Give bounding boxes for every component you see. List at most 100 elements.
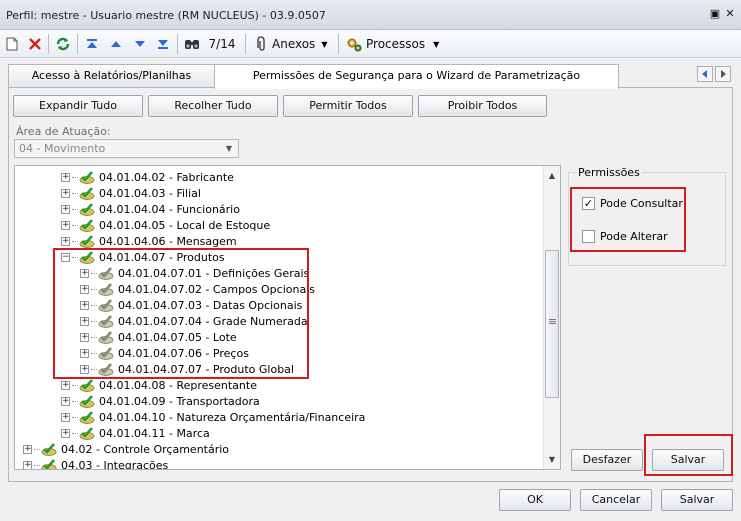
tree-node[interactable]: +04.03 - Integrações [23,457,169,470]
refresh-icon [56,37,70,51]
tree-node-label: 04.01.04.09 - Transportadora [99,394,260,408]
tree-node[interactable]: +04.01.04.11 - Marca [61,425,210,441]
folder-check-icon [41,458,57,469]
restore-icon[interactable]: ▣ [709,8,721,20]
save-permissions-button[interactable]: Salvar [652,449,724,471]
scrollbar-thumb[interactable] [545,250,559,398]
tab-strip: Acesso à Relatórios/Planilhas Permissões… [0,64,741,89]
area-select-value: 04 - Movimento [19,142,106,155]
collapse-all-button[interactable]: Recolher Tudo [148,95,278,117]
tree-node-label: 04.01.04.06 - Mensagem [99,234,237,248]
tree-node[interactable]: +04.01.04.09 - Transportadora [61,393,260,409]
find-button[interactable] [183,35,201,53]
expand-icon[interactable]: + [61,220,70,230]
tree-scrollbar[interactable]: ▲ ▼ [543,166,560,469]
first-record-button[interactable] [84,35,100,53]
expand-icon[interactable]: + [23,444,32,454]
tree-node-label: 04.01.04.04 - Funcionário [99,202,240,216]
tree-connector [72,432,78,434]
scroll-up-icon[interactable]: ▲ [544,168,560,184]
delete-record-button[interactable] [26,35,44,53]
tree-node[interactable]: +04.01.04.10 - Natureza Orçamentária/Fin… [61,409,365,425]
tree-connector [72,192,78,194]
deny-all-button[interactable]: Proibir Todos [418,95,547,117]
previous-record-button[interactable] [108,35,124,53]
tab-wizard-permissions[interactable]: Permissões de Segurança para o Wizard de… [214,64,619,89]
tree-node[interactable]: +04.01.04.08 - Representante [61,377,257,393]
last-icon [158,40,168,49]
cancel-button[interactable]: Cancelar [580,489,652,511]
expand-all-button[interactable]: Expandir Tudo [13,95,143,117]
expand-icon[interactable]: + [61,412,70,422]
folder-check-icon [79,218,95,232]
expand-icon[interactable]: + [61,236,70,246]
tab-scroll-right-button[interactable] [715,66,731,82]
folder-check-icon [79,410,95,424]
expand-icon[interactable]: + [61,396,70,406]
new-document-icon [6,37,18,51]
previous-icon [111,41,121,47]
tree-connector [34,464,40,466]
attachments-menu[interactable]: Anexos ▼ [254,35,332,53]
scroll-down-icon[interactable]: ▼ [544,452,560,468]
tree-node[interactable]: +04.01.04.03 - Filial [61,185,201,201]
paperclip-icon [257,36,265,51]
expand-icon[interactable]: + [23,460,32,469]
tree-node[interactable]: +04.02 - Controle Orçamentário [23,441,229,457]
footer-save-button[interactable]: Salvar [661,489,733,511]
folder-check-icon [79,234,95,248]
next-record-button[interactable] [132,35,148,53]
folder-check-icon [41,442,57,456]
tree-node-label: 04.01.04.11 - Marca [99,426,210,440]
checkmark-icon: ✓ [583,197,594,210]
chevron-down-icon: ▼ [225,144,233,153]
last-record-button[interactable] [155,35,171,53]
arrow-right-icon [721,70,726,78]
toolbar-separator [48,34,49,54]
record-position: 7/14 [208,37,236,51]
expand-icon[interactable]: + [61,428,70,438]
arrow-left-icon [702,70,707,78]
tab-scroll-left-button[interactable] [697,66,713,82]
tree-node-label: 04.01.04.08 - Representante [99,378,257,392]
tree-node[interactable]: +04.01.04.04 - Funcionário [61,201,240,217]
area-select[interactable]: 04 - Movimento ▼ [14,139,239,158]
allow-all-button[interactable]: Permitir Todos [283,95,413,117]
tab-reports-access[interactable]: Acesso à Relatórios/Planilhas [8,64,215,88]
chevron-down-icon: ▼ [433,39,440,49]
expand-icon[interactable]: + [61,204,70,214]
attachments-label: Anexos [272,37,316,51]
tree-connector [72,176,78,178]
first-icon [87,39,97,48]
tree-node[interactable]: +04.01.04.06 - Mensagem [61,233,237,249]
toolbar-separator [77,34,78,54]
processes-label: Processos [366,37,426,51]
expand-icon[interactable]: + [61,172,70,182]
tree-node-label: 04.01.04.02 - Fabricante [99,170,234,184]
can-view-checkbox[interactable]: ✓ [582,197,595,210]
new-record-button[interactable] [4,35,20,53]
tree-connector [72,384,78,386]
gears-icon [347,38,362,52]
processes-menu[interactable]: Processos ▼ [345,35,445,53]
window-titlebar: Perfil: mestre - Usuario mestre (RM NUCL… [0,0,741,30]
folder-check-icon [79,426,95,440]
expand-icon[interactable]: + [61,380,70,390]
tree-node-label: 04.02 - Controle Orçamentário [61,442,230,456]
folder-check-icon [79,170,95,184]
tree-node[interactable]: +04.01.04.05 - Local de Estoque [61,217,270,233]
toolbar-separator [245,34,246,54]
refresh-button[interactable] [54,35,72,53]
tree-node[interactable]: +04.01.04.02 - Fabricante [61,169,234,185]
undo-button[interactable]: Desfazer [571,449,643,471]
tree-node-label: 04.03 - Integrações [61,458,169,470]
can-edit-checkbox[interactable] [582,230,595,243]
tree-node-label: 04.01.04.03 - Filial [99,186,201,200]
close-icon[interactable]: ✕ [724,8,736,20]
binoculars-icon [185,40,199,49]
window-title: Perfil: mestre - Usuario mestre (RM NUCL… [6,9,326,22]
expand-icon[interactable]: + [61,188,70,198]
chevron-down-icon: ▼ [321,39,328,49]
tree-connector [72,208,78,210]
ok-button[interactable]: OK [499,489,571,511]
